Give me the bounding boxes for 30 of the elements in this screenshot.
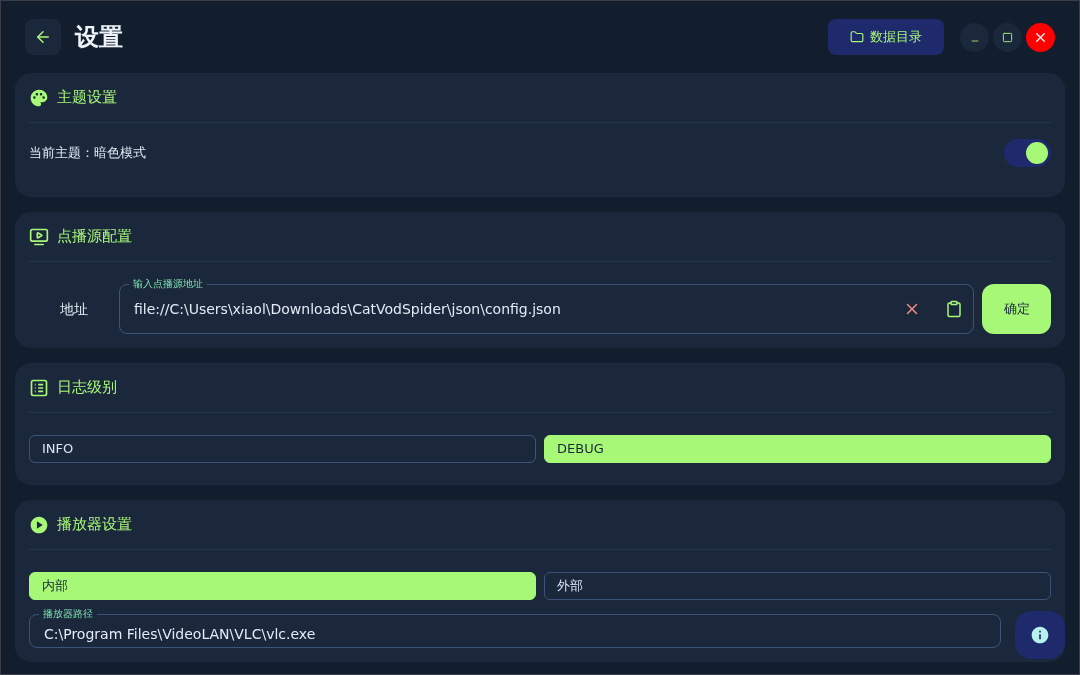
- option-button[interactable]: 内部: [29, 572, 536, 600]
- list-icon: [29, 377, 49, 398]
- confirm-button[interactable]: 确定: [982, 284, 1051, 334]
- theme-switch[interactable]: [1004, 139, 1051, 167]
- address-label: 地址: [59, 299, 89, 319]
- field-label: 输入点播源地址: [129, 276, 207, 292]
- theme-label: 当前主题：暗色模式: [29, 144, 146, 163]
- info-icon: [1030, 625, 1050, 645]
- clipboard-icon[interactable]: [945, 300, 963, 318]
- page-title: 设置: [75, 22, 123, 53]
- maximize-icon: [1002, 31, 1013, 43]
- close-button[interactable]: [1026, 22, 1055, 52]
- option-button[interactable]: 外部: [544, 572, 1051, 600]
- palette-icon: [29, 87, 49, 108]
- section-title: 播放器设置: [57, 514, 132, 536]
- option-button[interactable]: INFO: [29, 435, 536, 463]
- address-value: file://C:\Users\xiaol\Downloads\CatVodSpider\json\config.json: [134, 299, 562, 319]
- folder-icon: [850, 30, 864, 44]
- section-title: 点播源配置: [57, 226, 132, 248]
- play-icon: [29, 514, 49, 535]
- section-title: 日志级别: [57, 377, 117, 399]
- section-title: 主题设置: [57, 87, 117, 109]
- maximize-button[interactable]: [993, 22, 1022, 52]
- data-directory-button[interactable]: 数据目录: [828, 19, 944, 55]
- tv-icon: [29, 226, 49, 247]
- info-button[interactable]: [1015, 611, 1065, 659]
- player-path-value: C:\Program Files\VideoLAN\VLC\vlc.exe: [44, 624, 316, 644]
- field-label: 播放器路径: [39, 606, 97, 622]
- back-button[interactable]: [25, 19, 61, 55]
- option-button[interactable]: DEBUG: [544, 435, 1051, 463]
